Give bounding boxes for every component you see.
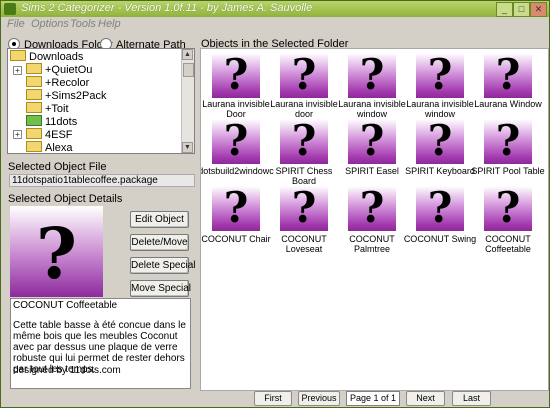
title-bar: Sims 2 Categorizer - Version 1.0f.11 - b…	[1, 1, 549, 17]
object-thumbnail[interactable]: ?	[484, 116, 532, 165]
move-special-button[interactable]: Move Special	[130, 280, 191, 297]
scroll-down-icon[interactable]: ▼	[182, 142, 193, 153]
object-thumbnail[interactable]: ?	[348, 116, 396, 165]
object-caption[interactable]: COCONUT Swing	[402, 234, 478, 244]
folder-tree[interactable]: Downloads + +QuietOu +Recolor +Sims2Pack…	[7, 48, 195, 154]
maximize-button[interactable]: □	[513, 2, 530, 17]
window-title: Sims 2 Categorizer - Version 1.0f.11 - b…	[21, 2, 313, 14]
folder-icon	[26, 63, 42, 74]
object-caption[interactable]: COCONUT Palmtree	[334, 234, 410, 254]
tree-item[interactable]: +Recolor	[26, 76, 89, 89]
delete-special-button[interactable]: Delete Special	[130, 257, 195, 274]
placeholder-glyph: ?	[35, 212, 77, 295]
details-label: Selected Object Details	[8, 193, 123, 205]
menu-file[interactable]: File	[7, 18, 25, 30]
app-icon	[4, 3, 16, 15]
menu-options[interactable]: Options	[31, 18, 69, 30]
object-thumbnail[interactable]: ?	[416, 50, 464, 99]
object-thumbnail[interactable]: ?	[212, 116, 260, 165]
object-caption[interactable]: COCONUT Coffeetable	[470, 234, 546, 254]
object-thumbnail[interactable]: ?	[416, 116, 464, 165]
object-thumbnail[interactable]: ?	[484, 50, 532, 99]
folder-icon	[26, 89, 42, 100]
folder-icon	[26, 141, 42, 152]
tree-item[interactable]: +QuietOu	[26, 63, 92, 76]
edit-object-button[interactable]: Edit Object	[130, 211, 189, 228]
menu-tools[interactable]: Tools	[70, 18, 96, 30]
next-page-button[interactable]: Next	[406, 391, 445, 406]
object-thumbnail[interactable]: ?	[416, 183, 464, 232]
tree-item[interactable]: Alexa	[26, 141, 73, 153]
menu-bar: File Options Tools Help	[1, 17, 549, 32]
tree-root[interactable]: Downloads	[10, 50, 83, 63]
object-caption[interactable]: Laurana Window	[470, 99, 546, 109]
page-status: Page 1 of 1	[346, 391, 400, 406]
tree-scrollbar[interactable]: ▲ ▼	[181, 49, 194, 153]
object-thumbnail[interactable]: ?	[484, 183, 532, 232]
folder-open-icon	[10, 50, 26, 61]
tree-item-selected[interactable]: 11dots	[26, 115, 77, 128]
folder-icon	[26, 76, 42, 87]
object-caption[interactable]: dotsbuild2windowc	[201, 166, 274, 176]
object-preview-image: ?	[10, 206, 103, 297]
folder-icon	[26, 128, 42, 139]
object-caption[interactable]: SPIRIT Easel	[334, 166, 410, 176]
previous-page-button[interactable]: Previous	[298, 391, 340, 406]
object-thumbnail[interactable]: ?	[280, 50, 328, 99]
tree-item[interactable]: +Sims2Pack	[26, 89, 106, 102]
close-button[interactable]: ✕	[530, 2, 547, 17]
object-description[interactable]: COCONUT Coffeetable Cette table basse à …	[10, 298, 191, 389]
delete-move-button[interactable]: Delete/Move	[130, 234, 189, 251]
object-thumbnail[interactable]: ?	[212, 50, 260, 99]
object-caption[interactable]: SPIRIT Keyboard	[402, 166, 478, 176]
selected-file-label: Selected Object File	[8, 161, 107, 173]
last-page-button[interactable]: Last	[452, 391, 491, 406]
description-title: COCONUT Coffeetable	[13, 300, 118, 311]
objects-grid[interactable]: ? Laurana invisible Door ? Laurana invis…	[200, 48, 549, 391]
minimize-button[interactable]: _	[496, 2, 513, 17]
object-thumbnail[interactable]: ?	[212, 183, 260, 232]
tree-item[interactable]: 4ESF	[26, 128, 73, 141]
menu-help[interactable]: Help	[98, 18, 121, 30]
description-credit: designed by 11dots.com	[13, 365, 121, 376]
scroll-up-icon[interactable]: ▲	[182, 49, 193, 60]
object-thumbnail[interactable]: ?	[348, 183, 396, 232]
folder-icon	[26, 102, 42, 113]
object-thumbnail[interactable]: ?	[280, 116, 328, 165]
expand-icon[interactable]: +	[13, 66, 22, 75]
expand-icon[interactable]: +	[13, 130, 22, 139]
scroll-thumb[interactable]	[183, 63, 194, 77]
object-thumbnail[interactable]: ?	[348, 50, 396, 99]
object-caption[interactable]: COCONUT Loveseat	[266, 234, 342, 254]
object-caption[interactable]: COCONUT Chair	[201, 234, 274, 244]
selected-file-field[interactable]: 11dotspatio1tablecoffee.package	[9, 174, 195, 187]
object-thumbnail[interactable]: ?	[280, 183, 328, 232]
main-window: Sims 2 Categorizer - Version 1.0f.11 - b…	[0, 0, 550, 408]
folder-icon	[26, 115, 42, 126]
first-page-button[interactable]: First	[254, 391, 292, 406]
object-caption[interactable]: SPIRIT Pool Table	[470, 166, 546, 176]
tree-item[interactable]: +Toit	[26, 102, 69, 115]
